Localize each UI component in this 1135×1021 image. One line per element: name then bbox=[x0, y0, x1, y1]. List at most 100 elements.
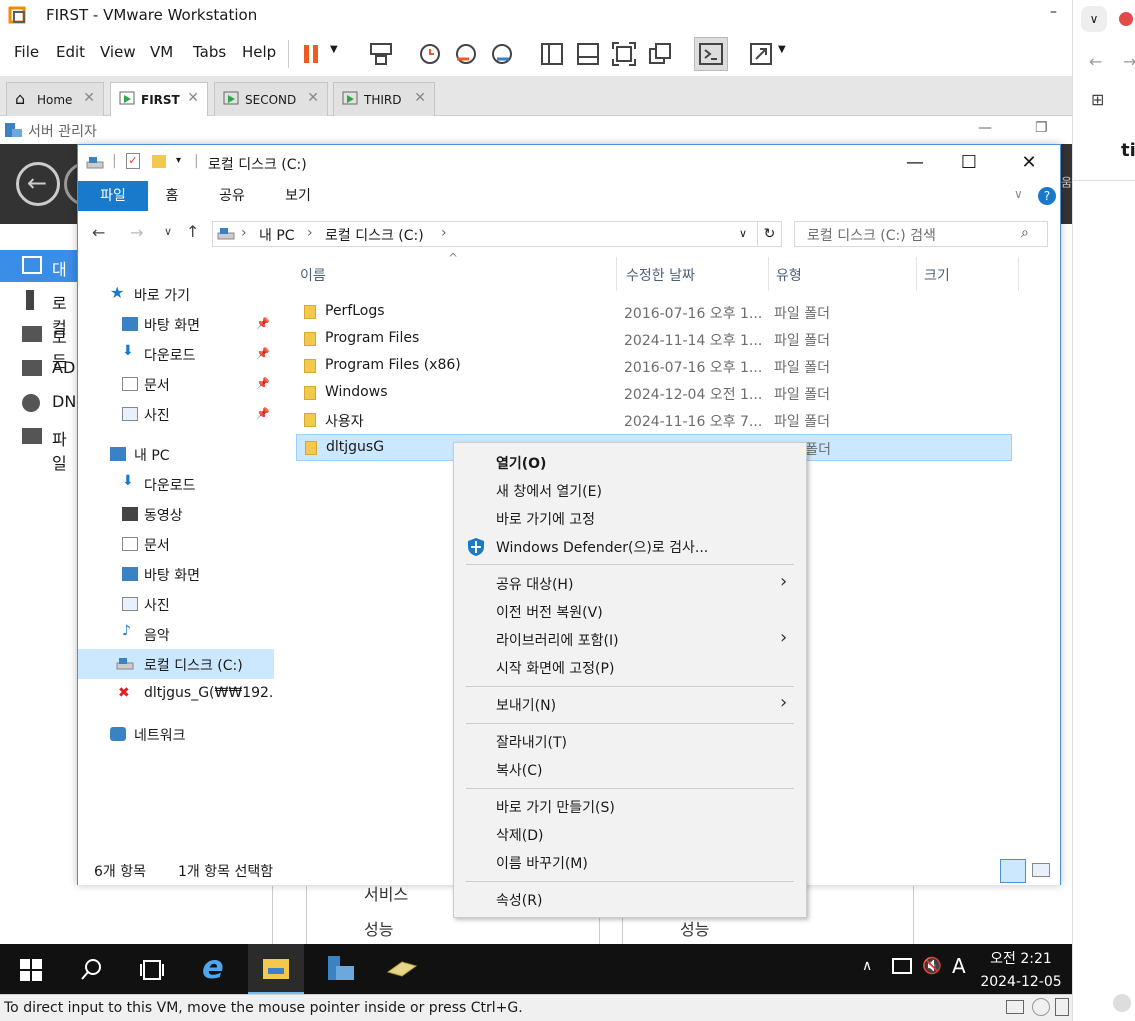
chevron-down-icon[interactable]: ▼ bbox=[330, 44, 338, 55]
nav-quick-downloads[interactable]: ⬇ 다운로드 📌 bbox=[78, 339, 274, 369]
chevron-down-icon[interactable]: ▾ bbox=[176, 155, 181, 166]
chevron-down-icon[interactable]: ∨ bbox=[164, 225, 172, 238]
menu-vm[interactable]: VM bbox=[150, 43, 173, 61]
menu-edit[interactable]: Edit bbox=[56, 43, 85, 61]
start-button[interactable] bbox=[4, 944, 60, 994]
chevron-down-icon[interactable]: ∨ bbox=[739, 227, 747, 240]
profile-avatar[interactable] bbox=[1119, 12, 1133, 26]
pause-icon[interactable] bbox=[300, 41, 326, 67]
network-warning-icon[interactable] bbox=[892, 958, 912, 974]
stretch-guest-icon[interactable] bbox=[748, 41, 774, 67]
menu-item-create-shortcut[interactable]: 바로 가기 만들기(S) bbox=[454, 793, 806, 821]
hard-disk-icon[interactable] bbox=[1006, 1000, 1024, 1014]
file-row[interactable]: Windows 2024-12-04 오전 1... 파일 폴더 bbox=[296, 380, 1012, 407]
nav-pc-downloads[interactable]: ⬇ 다운로드 bbox=[78, 469, 274, 499]
menu-item-properties[interactable]: 속성(R) bbox=[454, 886, 806, 914]
breadcrumb-local-disk[interactable]: 로컬 디스크 (C:) bbox=[325, 225, 424, 245]
fullscreen-icon[interactable] bbox=[611, 41, 637, 67]
tab-share[interactable]: 공유 bbox=[212, 181, 252, 211]
menu-item-restore-versions[interactable]: 이전 버전 복원(V) bbox=[454, 598, 806, 626]
nav-quick-pictures[interactable]: 사진 📌 bbox=[78, 399, 274, 429]
nav-pc-desktop[interactable]: 바탕 화면 bbox=[78, 559, 274, 589]
forward-arrow-icon[interactable]: → bbox=[1123, 52, 1135, 71]
nav-quick-desktop[interactable]: 바탕 화면 📌 bbox=[78, 309, 274, 339]
menu-item-include-library[interactable]: 라이브러리에 포함(I) › bbox=[454, 626, 806, 654]
sidebar-item-dashboard[interactable]: 대시 bbox=[0, 250, 80, 303]
thumbnail-bar-icon[interactable] bbox=[575, 41, 601, 67]
minimize-button[interactable]: — bbox=[892, 145, 938, 181]
new-folder-icon[interactable] bbox=[152, 155, 166, 168]
nav-pc-network-drive[interactable]: ✖ dltjgus_G(₩₩192.16 bbox=[78, 679, 291, 709]
menu-item-send-to[interactable]: 보내기(N) › bbox=[454, 691, 806, 719]
menu-item-copy[interactable]: 복사(C) bbox=[454, 756, 806, 784]
menu-tabs[interactable]: Tabs bbox=[193, 43, 226, 61]
snapshot-icon[interactable] bbox=[417, 41, 443, 67]
network-adapter-icon[interactable] bbox=[1055, 998, 1069, 1016]
forward-arrow-icon[interactable]: → bbox=[130, 223, 143, 242]
nav-pc-pictures[interactable]: 사진 bbox=[78, 589, 274, 619]
back-arrow-icon[interactable]: ← bbox=[1089, 52, 1102, 71]
properties-icon[interactable]: ✓ bbox=[126, 153, 140, 169]
tab-home[interactable]: 홈 bbox=[158, 181, 186, 211]
maximize-button[interactable]: ☐ bbox=[946, 145, 992, 181]
column-type[interactable]: 유형 bbox=[776, 265, 802, 285]
task-view-button[interactable] bbox=[124, 944, 180, 994]
file-row[interactable]: PerfLogs 2016-07-16 오후 1... 파일 폴더 bbox=[296, 299, 1012, 326]
close-icon[interactable]: ✕ bbox=[414, 90, 426, 106]
column-separator[interactable] bbox=[616, 257, 617, 291]
column-separator[interactable] bbox=[916, 257, 917, 291]
file-row[interactable]: 사용자 2024-11-16 오후 7... 파일 폴더 bbox=[296, 407, 1012, 434]
minimize-button[interactable]: – bbox=[1050, 4, 1057, 20]
sidebar-item-file[interactable]: 파일 bbox=[0, 420, 80, 473]
minimize-button[interactable]: — bbox=[978, 120, 992, 136]
unity-icon[interactable] bbox=[647, 41, 673, 67]
tab-second[interactable]: SECOND ✕ bbox=[214, 82, 328, 116]
nav-quick-access[interactable]: ★ 바로 가기 bbox=[78, 279, 274, 309]
menu-item-pin-quick-access[interactable]: 바로 가기에 고정 bbox=[454, 505, 806, 533]
breadcrumb-this-pc[interactable]: 내 PC bbox=[259, 225, 295, 245]
tab-dropdown-button[interactable]: ∨ bbox=[1081, 6, 1107, 32]
nav-quick-documents[interactable]: 문서 📌 bbox=[78, 369, 274, 399]
chevron-down-icon[interactable]: ▼ bbox=[778, 44, 786, 55]
back-button[interactable]: ← bbox=[16, 162, 60, 206]
close-button[interactable]: ✕ bbox=[1006, 145, 1052, 181]
column-separator[interactable] bbox=[1018, 257, 1019, 291]
search-input[interactable]: 로컬 디스크 (C:) 검색 ⌕ bbox=[794, 221, 1048, 247]
nav-this-pc[interactable]: 내 PC bbox=[78, 439, 274, 469]
snapshot-manager-icon[interactable] bbox=[489, 41, 515, 67]
taskbar-server-manager[interactable] bbox=[312, 944, 368, 994]
tab-first[interactable]: FIRST ✕ bbox=[110, 82, 208, 116]
sidebar-item-all[interactable]: 모든 bbox=[0, 318, 80, 371]
up-arrow-icon[interactable]: ↑ bbox=[186, 222, 199, 241]
menu-item-cut[interactable]: 잘라내기(T) bbox=[454, 728, 806, 756]
nav-pc-documents[interactable]: 문서 bbox=[78, 529, 274, 559]
help-icon[interactable]: ? bbox=[1038, 187, 1056, 205]
taskbar-internet-explorer[interactable]: e bbox=[188, 944, 244, 994]
large-icons-view-icon[interactable] bbox=[1032, 863, 1050, 877]
restore-button[interactable]: ❐ bbox=[1035, 120, 1048, 136]
nav-pc-videos[interactable]: 동영상 bbox=[78, 499, 274, 529]
chevron-down-icon[interactable]: ∨ bbox=[1014, 187, 1023, 201]
column-date[interactable]: 수정한 날짜 bbox=[626, 265, 695, 285]
details-view-icon[interactable] bbox=[1000, 859, 1026, 883]
column-name[interactable]: 이름 bbox=[300, 265, 326, 285]
file-row[interactable]: Program Files (x86) 2016-07-16 오후 1... 파… bbox=[296, 353, 1012, 380]
ime-indicator[interactable]: A bbox=[952, 954, 966, 978]
tab-home[interactable]: ⌂ Home ✕ bbox=[6, 82, 104, 116]
menu-item-pin-start[interactable]: 시작 화면에 고정(P) bbox=[454, 654, 806, 682]
nav-pc-local-disk[interactable]: 로컬 디스크 (C:) bbox=[78, 649, 274, 679]
revert-snapshot-icon[interactable] bbox=[453, 41, 479, 67]
menu-view[interactable]: View bbox=[100, 43, 136, 61]
tab-third[interactable]: THIRD ✕ bbox=[333, 82, 435, 116]
menu-item-share-with[interactable]: 공유 대상(H) › bbox=[454, 570, 806, 598]
taskbar-file-explorer[interactable] bbox=[248, 944, 304, 994]
taskbar-clock[interactable]: 오전 2:21 2024-12-05 bbox=[978, 948, 1064, 990]
apps-grid-icon[interactable]: ⊞ bbox=[1091, 90, 1104, 109]
chevron-up-icon[interactable]: ∧ bbox=[862, 958, 872, 974]
taskbar-app[interactable] bbox=[374, 944, 430, 994]
close-icon[interactable]: ✕ bbox=[187, 90, 199, 106]
menu-item-rename[interactable]: 이름 바꾸기(M) bbox=[454, 849, 806, 877]
tab-file[interactable]: 파일 bbox=[78, 181, 148, 211]
send-ctrl-alt-del-icon[interactable] bbox=[368, 41, 394, 67]
menu-item-open[interactable]: 열기(O) bbox=[454, 449, 806, 477]
